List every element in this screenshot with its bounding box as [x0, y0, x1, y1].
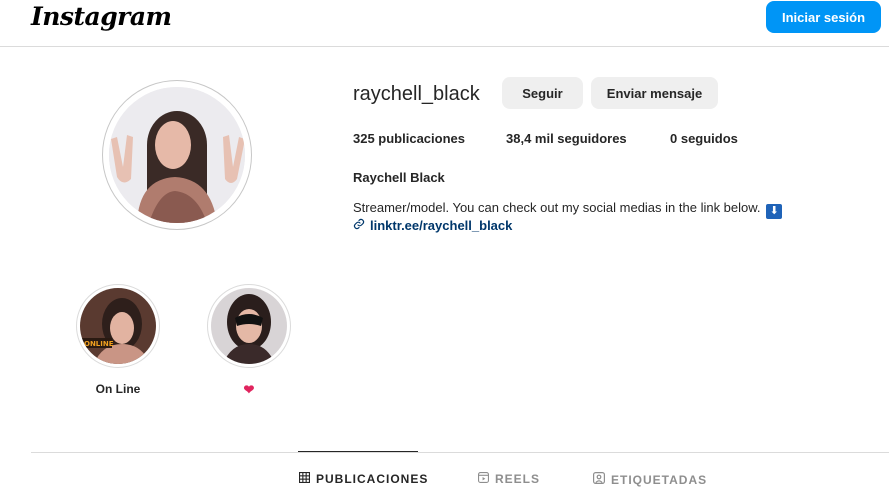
tab-reels[interactable]: REELS: [478, 472, 540, 486]
following-count[interactable]: 0 seguidos: [670, 131, 738, 146]
tagged-icon: [593, 472, 606, 487]
grid-icon: [299, 472, 311, 486]
tab-label: PUBLICACIONES: [316, 472, 429, 486]
story-highlight-heart[interactable]: ❤: [207, 284, 291, 398]
followers-count[interactable]: 38,4 mil seguidores: [506, 131, 627, 146]
tab-etiquetadas[interactable]: ETIQUETADAS: [593, 472, 707, 487]
top-navigation-bar: Instagram Iniciar sesión: [0, 0, 889, 47]
profile-photo: [109, 87, 245, 223]
posts-count: 325 publicaciones: [353, 131, 465, 146]
login-button[interactable]: Iniciar sesión: [766, 1, 881, 33]
highlight-cover-image: [211, 288, 287, 364]
highlight-label: ❤: [207, 382, 291, 398]
tab-publicaciones[interactable]: PUBLICACIONES: [299, 472, 428, 486]
bio-text: Streamer/model. You can check out my soc…: [353, 200, 761, 215]
down-arrow-emoji: ⬇: [766, 204, 783, 219]
send-message-button[interactable]: Enviar mensaje: [591, 77, 718, 109]
profile-full-name: Raychell Black: [353, 170, 445, 185]
active-tab-indicator: [298, 451, 418, 452]
heart-emoji-label: ❤: [243, 382, 255, 397]
tab-label: REELS: [495, 472, 541, 486]
profile-bio: Streamer/model. You can check out my soc…: [353, 200, 783, 219]
highlight-ring: ONLINE: [76, 284, 160, 368]
link-icon: [353, 218, 365, 233]
reels-icon: [478, 472, 490, 486]
highlight-cover-image: ONLINE: [80, 288, 156, 364]
highlight-label: On Line: [95, 382, 141, 396]
profile-external-link[interactable]: linktr.ee/raychell_black: [353, 218, 512, 233]
follow-button[interactable]: Seguir: [502, 77, 583, 109]
profile-avatar[interactable]: [102, 80, 252, 230]
tab-label: ETIQUETADAS: [611, 472, 708, 487]
highlight-online-overlay: ONLINE: [84, 340, 114, 348]
link-text: linktr.ee/raychell_black: [370, 218, 513, 233]
instagram-logo[interactable]: Instagram: [31, 2, 172, 31]
story-highlight-online[interactable]: ONLINE On Line: [76, 284, 160, 396]
highlight-ring: [207, 284, 291, 368]
profile-username: raychell_black: [353, 83, 480, 105]
tabs-divider: [31, 452, 889, 453]
